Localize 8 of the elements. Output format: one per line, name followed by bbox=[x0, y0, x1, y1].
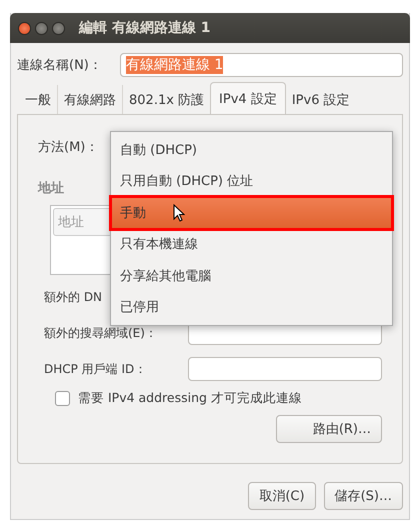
field-label: 額外的搜尋網域(E)： bbox=[44, 324, 157, 342]
field-label: 方法(M)： bbox=[38, 139, 98, 156]
window-title: 編輯 有線網路連線 1 bbox=[79, 19, 210, 37]
field-label: 額外的 DN bbox=[44, 288, 102, 306]
section-heading: 地址 bbox=[38, 180, 64, 197]
field-label: DHCP 用戶端 ID： bbox=[44, 360, 146, 378]
field-label: 連線名稱(N)： bbox=[17, 57, 102, 74]
checkbox-label: 需要 IPv4 addressing 才可完成此連線 bbox=[78, 390, 302, 407]
